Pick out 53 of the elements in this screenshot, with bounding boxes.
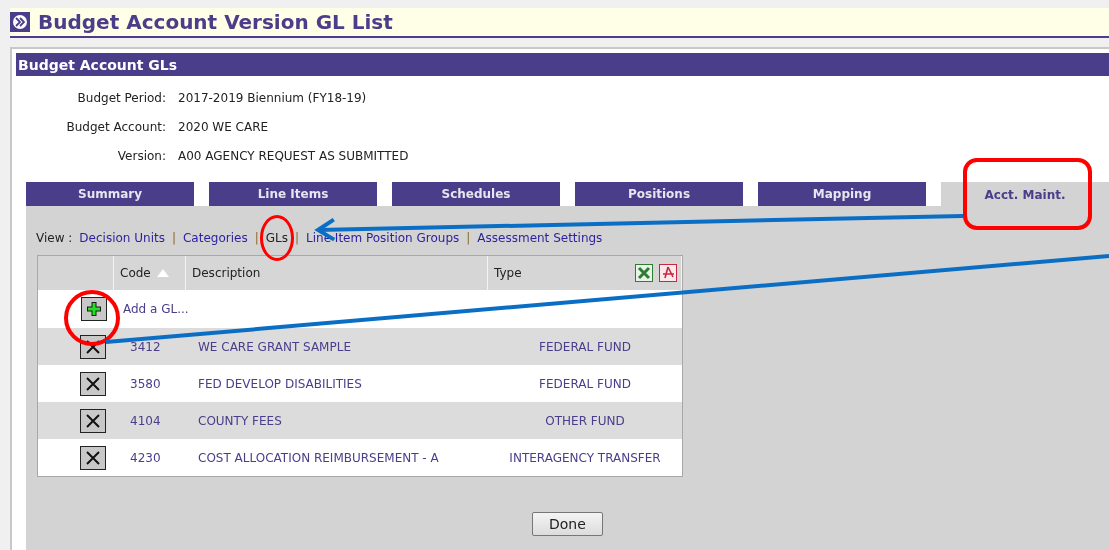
tab[interactable]: Acct. Maint. [941, 182, 1109, 206]
delete-button[interactable] [80, 371, 106, 396]
field-value: 2020 WE CARE [178, 120, 270, 134]
sort-up-icon [156, 269, 169, 277]
table-cell-text: COST ALLOCATION REIMBURSEMENT - A [197, 450, 440, 465]
tab[interactable]: Summary [26, 182, 194, 206]
tab[interactable]: Mapping [758, 182, 926, 206]
table-cell-text: 4230 [129, 450, 162, 465]
separator: | [254, 231, 259, 245]
plus-icon [85, 300, 103, 318]
table-cell-text: 4104 [129, 413, 162, 428]
field-label: Budget Account: [65, 120, 166, 134]
table-cell-text: WE CARE GRANT SAMPLE [197, 339, 352, 354]
field-value: A00 AGENCY REQUEST AS SUBMITTED [178, 149, 410, 163]
close-icon [85, 449, 101, 466]
table-cell-text: FED DEVELOP DISABILITIES [197, 376, 363, 391]
view-link[interactable]: Decision Units [79, 231, 165, 245]
separator: | [294, 231, 299, 245]
table-cell-text: INTERAGENCY TRANSFER [508, 450, 662, 465]
done-button[interactable]: Done [532, 512, 603, 536]
delete-button[interactable] [80, 445, 106, 470]
tab[interactable]: Schedules [392, 182, 560, 206]
table-cell-text: 3412 [129, 339, 162, 354]
close-icon [85, 412, 101, 429]
column-header[interactable]: Code [114, 256, 186, 290]
table-cell-text: COUNTY FEES [197, 413, 283, 428]
view-label: View : [36, 231, 73, 245]
add-button[interactable] [81, 297, 107, 321]
field-label: Budget Period: [76, 91, 166, 105]
view-link[interactable]: Categories [183, 231, 248, 245]
tab[interactable]: Positions [575, 182, 743, 206]
table-cell-text: OTHER FUND [544, 413, 626, 428]
pdf-icon[interactable] [659, 264, 677, 282]
column-header[interactable]: Type [488, 256, 682, 290]
view-link[interactable]: Assessment Settings [477, 231, 603, 245]
close-icon [85, 375, 101, 392]
table-cell-text: FEDERAL FUND [538, 376, 632, 391]
field-label: Version: [116, 149, 166, 163]
separator: | [466, 231, 471, 245]
close-icon [85, 338, 101, 355]
column-header[interactable]: Description [186, 256, 488, 290]
excel-icon[interactable] [635, 264, 653, 282]
separator: | [171, 231, 176, 245]
tab[interactable]: Line Items [209, 182, 377, 206]
view-link[interactable]: GLs [265, 231, 288, 245]
highlight-ring [64, 290, 120, 346]
panel-title: Budget Account GLs [16, 53, 1109, 76]
table-cell-text: 3580 [129, 376, 162, 391]
delete-button[interactable] [80, 408, 106, 433]
field-value: 2017-2019 Biennium (FY18-19) [178, 91, 368, 105]
page-title: Budget Account Version GL List [38, 10, 393, 34]
table-cell-text: FEDERAL FUND [538, 339, 632, 354]
add-gl-link[interactable]: Add a GL... [123, 302, 189, 316]
